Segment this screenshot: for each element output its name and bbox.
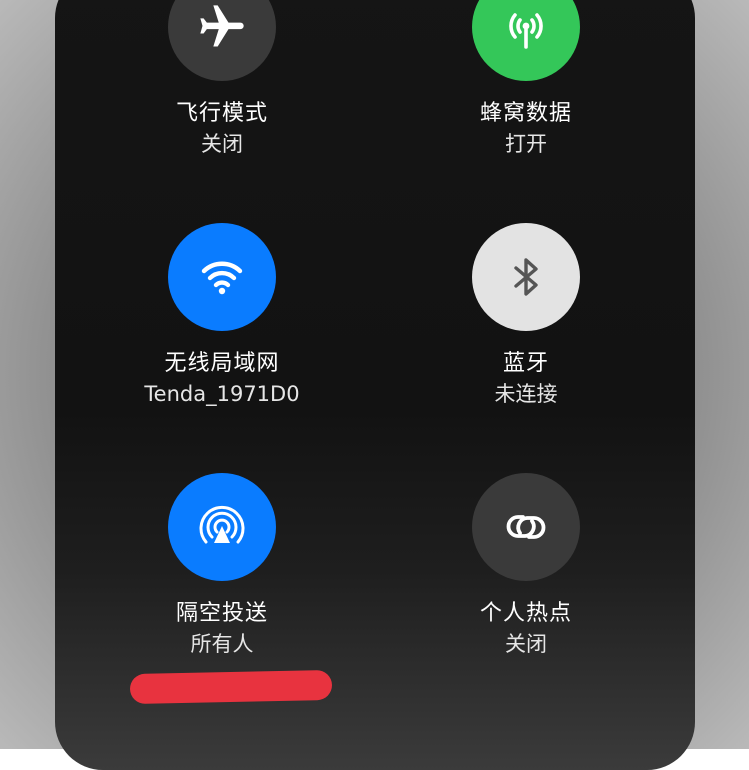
airdrop-status: 所有人	[190, 632, 254, 656]
wifi-toggle[interactable]	[168, 223, 276, 331]
bluetooth-tile: 蓝牙 未连接	[406, 223, 646, 409]
airdrop-toggle[interactable]	[168, 473, 276, 581]
connectivity-panel: 飞行模式 关闭 蜂窝数据 打开 无线局域网 Tenda_1971D0 蓝牙 未连…	[55, 0, 695, 770]
wifi-label: 无线局域网	[164, 351, 280, 376]
bluetooth-icon	[501, 252, 551, 302]
airdrop-icon	[193, 498, 251, 556]
airplane-mode-tile: 飞行模式 关闭	[102, 0, 342, 159]
hotspot-status: 关闭	[505, 632, 547, 656]
cellular-data-tile: 蜂窝数据 打开	[406, 0, 646, 159]
cellular-data-status: 打开	[505, 132, 547, 156]
cellular-data-label: 蜂窝数据	[479, 101, 572, 126]
red-redaction-mark	[129, 669, 333, 705]
airdrop-tile: 隔空投送 所有人	[102, 473, 342, 659]
airplane-mode-status: 关闭	[201, 132, 243, 156]
wifi-tile: 无线局域网 Tenda_1971D0	[102, 223, 342, 409]
wifi-network-name: Tenda_1971D0	[144, 382, 300, 406]
antenna-icon	[499, 0, 553, 54]
airplane-mode-toggle[interactable]	[168, 0, 276, 81]
link-icon	[499, 500, 553, 554]
bluetooth-label: 蓝牙	[502, 351, 549, 376]
wifi-icon	[194, 249, 250, 305]
hotspot-toggle[interactable]	[472, 473, 580, 581]
hotspot-label: 个人热点	[479, 601, 572, 626]
airplane-icon	[196, 1, 248, 53]
cellular-data-toggle[interactable]	[472, 0, 580, 81]
airdrop-label: 隔空投送	[175, 601, 268, 626]
bluetooth-toggle[interactable]	[472, 223, 580, 331]
airplane-mode-label: 飞行模式	[175, 101, 268, 126]
bluetooth-status: 未连接	[494, 382, 558, 406]
hotspot-tile: 个人热点 关闭	[406, 473, 646, 659]
